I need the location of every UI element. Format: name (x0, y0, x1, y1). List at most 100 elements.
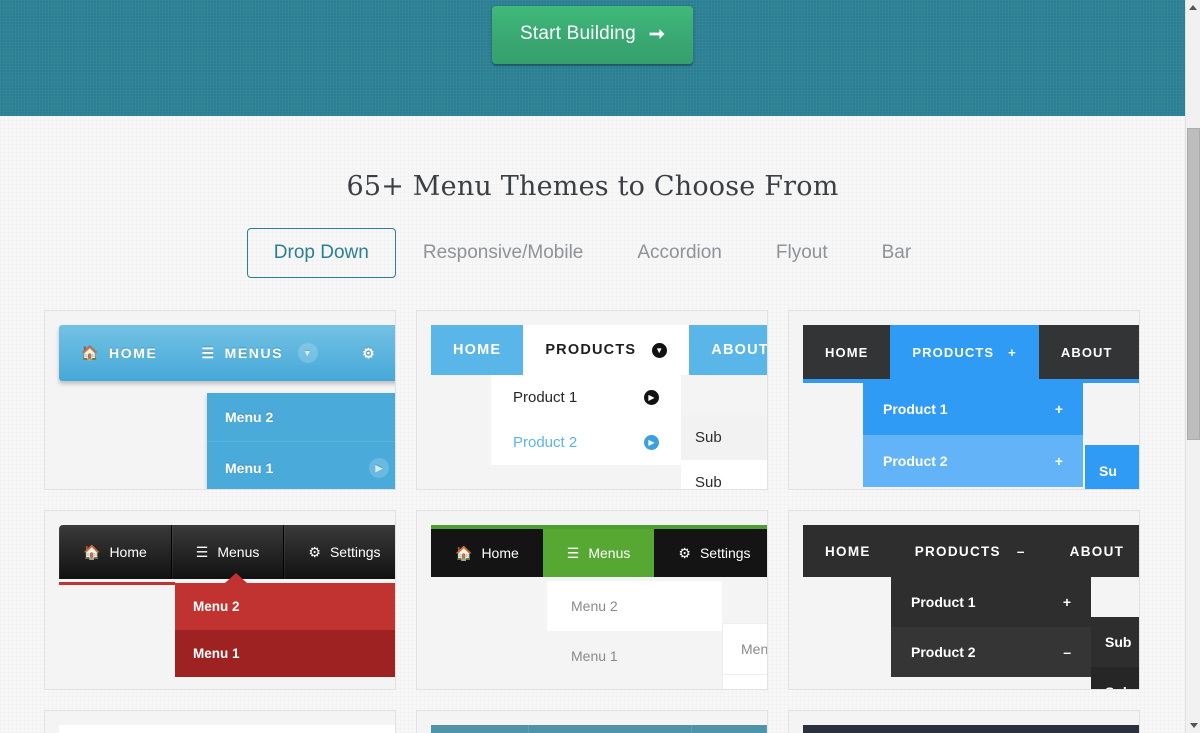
theme1-nav-settings[interactable]: ⚙ (340, 325, 396, 381)
scrollbar-thumb[interactable] (1187, 128, 1200, 440)
theme1-nav-menus-label: MENUS (225, 345, 284, 361)
theme5-nav-menus[interactable]: ☰ Menus (543, 529, 655, 577)
theme-card-white-blue-indicator[interactable]: HOME PRODUCTS ⌄ ABOUT C (44, 710, 396, 733)
theme4-dropdown: Menu 2 Menu 1 (175, 583, 396, 677)
tab-drop-down[interactable]: Drop Down (247, 228, 396, 278)
theme-card-black-green[interactable]: 🏠 Home ☰ Menus ⚙ Settings Menu (416, 510, 768, 690)
theme1-menubar: 🏠 HOME ☰ MENUS ▼ ⚙ (59, 325, 396, 381)
plus-icon: + (1008, 345, 1017, 360)
theme1-menu-item[interactable]: Menu 1 ▶ (207, 441, 396, 490)
page-title: 65+ Menu Themes to Choose From (44, 171, 1141, 202)
tab-bar[interactable]: Bar (855, 228, 939, 278)
theme9-menubar: HOME PRODUCTS ▾ ABOUT (803, 725, 1140, 733)
theme4-nav-menus[interactable]: ☰ Menus (172, 525, 285, 579)
tab-accordion[interactable]: Accordion (610, 228, 749, 278)
theme5-menubar: 🏠 Home ☰ Menus ⚙ Settings (431, 525, 768, 577)
theme9-nav-home[interactable]: HOME (803, 725, 898, 733)
theme2-nav-about[interactable]: ABOUT (689, 325, 768, 375)
gear-icon: ⚙ (308, 544, 321, 561)
theme2-submenu-item[interactable]: Sub (681, 460, 768, 490)
theme6-submenu-item[interactable]: Sub (1091, 617, 1140, 667)
theme3-menubar: HOME PRODUCTS + ABOUT CO (803, 325, 1140, 379)
theme5-menu-item[interactable]: Menu 2 (547, 581, 722, 631)
theme-card-charcoal[interactable]: HOME PRODUCTS – ABOUT Product 1 + (788, 510, 1140, 690)
theme5-nav-home[interactable]: 🏠 Home (431, 529, 543, 577)
theme3-submenu-item[interactable]: Su (1085, 445, 1140, 490)
start-building-button[interactable]: Start Building ➞ (492, 6, 693, 64)
theme6-dropdown: Product 1 + Product 2 – (891, 577, 1091, 677)
theme-card-white-sky[interactable]: HOME PRODUCTS ▼ ABOUT Product 1 (416, 310, 768, 490)
start-building-label: Start Building (520, 23, 636, 45)
gear-icon: ⚙ (362, 345, 376, 362)
theme6-menu-item[interactable]: Product 2 – (891, 627, 1091, 677)
home-icon: 🏠 (455, 545, 472, 562)
theme8-nav-products[interactable]: PRODUCTS – (529, 725, 692, 733)
theme2-submenu-item[interactable]: Sub (681, 415, 768, 460)
theme5-nav-settings[interactable]: ⚙ Settings (654, 529, 768, 577)
theme5-menu-item[interactable]: Menu 1 (547, 631, 722, 681)
theme3-menu-item[interactable]: Product 1 + (863, 383, 1083, 435)
theme2-menu-item[interactable]: Product 2 ▶ (491, 420, 681, 465)
minus-icon: – (1063, 644, 1071, 660)
hamburger-icon: ☰ (201, 345, 215, 362)
plus-icon: + (1055, 401, 1063, 417)
theme3-nav-products[interactable]: PRODUCTS + (890, 325, 1038, 379)
theme2-menu-item[interactable]: Product 1 ▶ (491, 375, 681, 420)
theme3-submenu: Su (1085, 445, 1140, 490)
chevron-right-icon: ▶ (369, 458, 389, 478)
theme8-nav-home[interactable]: HOME (431, 725, 529, 733)
theme3-nav-contact[interactable]: CO (1135, 325, 1140, 379)
theme3-dropdown: Product 1 + Product 2 + (863, 383, 1083, 487)
theme3-menu-item[interactable]: Product 2 + (863, 435, 1083, 487)
tab-responsive-mobile[interactable]: Responsive/Mobile (396, 228, 611, 278)
theme5-submenu-item[interactable]: Men (723, 624, 768, 675)
theme8-nav-about[interactable]: AB (692, 725, 767, 733)
theme2-nav-home[interactable]: HOME (431, 325, 523, 375)
themes-section: 65+ Menu Themes to Choose From Drop Down… (0, 171, 1185, 733)
hamburger-icon: ☰ (196, 544, 209, 561)
tab-flyout[interactable]: Flyout (749, 228, 855, 278)
theme3-nav-about[interactable]: ABOUT (1039, 325, 1135, 379)
theme4-accent-line (59, 582, 175, 585)
caret-up-icon (225, 573, 247, 583)
theme6-nav-about[interactable]: ABOUT (1048, 525, 1140, 577)
scroll-down-arrow[interactable] (1186, 718, 1200, 733)
theme1-nav-home[interactable]: 🏠 HOME (59, 325, 179, 381)
theme2-nav-products[interactable]: PRODUCTS ▼ (523, 325, 689, 375)
hero-banner: Start Building ➞ (0, 0, 1185, 116)
vertical-scrollbar[interactable] (1185, 0, 1200, 733)
theme4-nav-home[interactable]: 🏠 Home (59, 525, 172, 579)
scroll-up-arrow[interactable] (1186, 0, 1200, 15)
theme4-menu-item[interactable]: Menu 2 (175, 583, 396, 630)
theme2-menubar: HOME PRODUCTS ▼ ABOUT (431, 325, 768, 375)
theme-grid: 🏠 HOME ☰ MENUS ▼ ⚙ (44, 310, 1141, 733)
theme-card-dark-bright-blue[interactable]: HOME PRODUCTS + ABOUT CO Product 1 + (788, 310, 1140, 490)
theme8-menubar: HOME PRODUCTS – AB (431, 725, 768, 733)
theme-card-black-red[interactable]: 🏠 Home ☰ Menus ⚙ Settings (44, 510, 396, 690)
theme-card-navy[interactable]: HOME PRODUCTS ▾ ABOUT (788, 710, 1140, 733)
theme5-dropdown: Menu 2 Menu 1 (547, 581, 722, 681)
theme-card-blue-gradient[interactable]: 🏠 HOME ☰ MENUS ▼ ⚙ (44, 310, 396, 490)
theme9-nav-products[interactable]: PRODUCTS ▾ (898, 725, 1055, 733)
theme9-nav-about[interactable]: ABOUT (1056, 725, 1141, 733)
theme-card-steel-teal[interactable]: HOME PRODUCTS – AB (416, 710, 768, 733)
plus-icon: + (1063, 594, 1071, 610)
theme1-nav-home-label: HOME (109, 345, 157, 361)
theme6-submenu: Sub Sub (1091, 617, 1140, 690)
theme4-menu-item[interactable]: Menu 1 (175, 630, 396, 677)
theme1-menu-item[interactable]: Menu 2 (207, 393, 396, 441)
theme4-menubar: 🏠 Home ☰ Menus ⚙ Settings (59, 525, 396, 579)
theme3-nav-home[interactable]: HOME (803, 325, 890, 379)
plus-icon: + (1055, 453, 1063, 469)
theme6-nav-products[interactable]: PRODUCTS – (893, 525, 1048, 577)
chevron-down-icon[interactable]: ▼ (298, 343, 318, 363)
theme4-nav-settings[interactable]: ⚙ Settings (284, 525, 396, 579)
theme1-nav-menus[interactable]: ☰ MENUS ▼ (179, 325, 340, 381)
theme6-nav-home[interactable]: HOME (803, 525, 893, 577)
theme2-dropdown: Product 1 ▶ Product 2 ▶ (491, 375, 681, 465)
minus-icon: – (1017, 544, 1026, 559)
theme6-submenu-item[interactable]: Sub (1091, 667, 1140, 690)
theme5-submenu-item[interactable]: Men (723, 675, 768, 690)
theme6-menu-item[interactable]: Product 1 + (891, 577, 1091, 627)
theme2-submenu: Sub Sub (681, 415, 768, 490)
